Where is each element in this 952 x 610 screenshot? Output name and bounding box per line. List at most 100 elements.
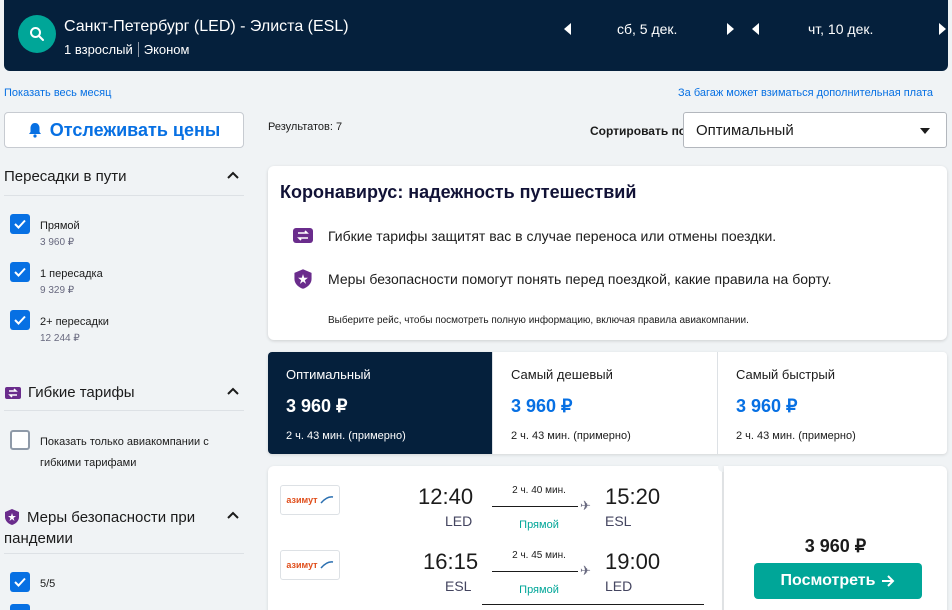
flexible-ticket-icon [293,228,313,243]
filter-safety-header[interactable]: Меры безопасности при [4,508,244,526]
covid-line-flex: Гибкие тарифы защитят вас в случае перен… [292,227,776,244]
checkbox-safety-5-5[interactable] [10,572,30,592]
filter-flex-title: Гибкие тарифы [28,384,135,401]
track-prices-label: Отслеживать цены [49,119,221,140]
option-two-plus-price: 12 244 ₽ [40,333,80,344]
track-prices-button[interactable]: Отслеживать цены [4,112,244,148]
covid-note: Выберите рейс, чтобы посмотреть полную и… [328,315,749,326]
departure-time: 16:15 [423,549,479,574]
airline-swoosh-icon [320,496,333,504]
departure-airport: ESL [445,578,472,594]
tab-fastest[interactable]: Самый быстрый 3 960 ₽ 2 ч. 43 мин. (прим… [718,352,947,454]
filter-safety-title-line2: пандемии [4,530,73,547]
tab-name: Оптимальный [286,367,371,382]
arrival-time: 15:20 [605,484,661,509]
depart-date[interactable]: сб, 5 дек. [617,21,707,37]
tab-duration: 2 ч. 43 мин. (примерно) [511,430,631,442]
arrival-airport: LED [605,578,633,594]
divider [4,195,244,196]
baggage-note-link[interactable]: За багаж может взиматься дополнительная … [678,87,933,99]
divider [482,604,704,605]
covid-title: Коронавирус: надежность путешествий [280,182,637,202]
option-flex-line2[interactable]: гибкими тарифами [40,457,136,469]
flight-result-card[interactable]: азимут 12:40 LED 2 ч. 40 мин. ✈ Прямой 1… [268,466,722,610]
tab-price: 3 960 ₽ [511,396,573,416]
tab-best[interactable]: Оптимальный 3 960 ₽ 2 ч. 43 мин. (пример… [268,352,493,454]
check-icon [14,219,26,229]
show-month-link[interactable]: Показать весь месяц [4,87,111,99]
option-flex-line1[interactable]: Показать только авиакомпании с [40,436,209,448]
divider [4,553,244,554]
check-icon [14,315,26,325]
airline-logo: азимут [280,485,340,515]
plane-icon: ✈ [580,498,591,513]
checkbox-flexible-only[interactable] [10,430,30,450]
filter-flex-header[interactable]: Гибкие тарифы [4,384,244,401]
plane-icon: ✈ [580,563,591,578]
divider [137,42,139,57]
passenger-info[interactable]: 1 взрослый Эконом [64,42,189,57]
airline-logo: азимут [280,550,340,580]
divider [4,410,244,411]
option-safety-label[interactable]: 5/5 [40,578,55,590]
chevron-up-icon[interactable] [226,510,240,520]
results-count: Результатов: 7 [268,121,343,133]
arrow-right-icon [882,575,895,587]
checkbox-one-stop[interactable] [10,262,30,282]
depart-date-picker[interactable]: сб, 5 дек. [564,19,734,39]
sort-select[interactable]: Оптимальный [683,112,947,148]
tab-cheapest[interactable]: Самый дешевый 3 960 ₽ 2 ч. 43 мин. (прим… [493,352,718,454]
airline-swoosh-icon [320,561,333,569]
tab-name: Самый дешевый [511,367,613,382]
departure-airport: LED [445,513,473,529]
sort-label: Сортировать по [590,124,687,138]
tab-price: 3 960 ₽ [286,396,348,416]
checkbox-direct[interactable] [10,214,30,234]
leg-duration: 2 ч. 40 мин. [512,485,566,496]
passengers-label: 1 взрослый [64,42,133,57]
check-icon [14,267,26,277]
return-date-picker[interactable]: чт, 10 дек. [752,19,946,39]
covid-line-safety: Меры безопасности помогут понять перед п… [292,268,832,290]
covid-info-card: Коронавирус: надежность путешествий Гибк… [268,166,947,340]
checkbox-safety-more[interactable] [10,604,30,610]
filter-stops-header[interactable]: Пересадки в пути [4,168,244,185]
tab-name: Самый быстрый [736,367,835,382]
covid-line2: Меры безопасности помогут понять перед п… [328,271,832,287]
search-summary-bar[interactable]: Санкт-Петербург (LED) - Элиста (ESL) 1 в… [4,0,948,71]
chevron-up-icon[interactable] [226,386,240,396]
route-line [492,571,578,572]
stops-label: Прямой [519,519,559,531]
stops-label: Прямой [519,584,559,596]
view-flight-button[interactable]: Посмотреть [754,563,922,599]
tab-price: 3 960 ₽ [736,396,798,416]
filter-safety-title: Меры безопасности при [27,508,196,526]
option-one-stop-price: 9 329 ₽ [40,285,75,296]
checkbox-two-plus-stops[interactable] [10,310,30,330]
flight-price-panel[interactable]: 3 960 ₽ Посмотреть [724,466,947,610]
covid-line1: Гибкие тарифы защитят вас в случае перен… [328,227,777,244]
chevron-up-icon[interactable] [226,170,240,180]
tab-duration: 2 ч. 43 мин. (примерно) [286,430,406,442]
tab-duration: 2 ч. 43 мин. (примерно) [736,430,856,442]
prev-date-icon[interactable] [564,23,571,35]
next-date-icon[interactable] [727,23,734,35]
option-two-plus-label[interactable]: 2+ пересадки [40,316,109,328]
airline-name: азимут [286,560,318,570]
search-button[interactable] [18,15,56,53]
option-one-stop-label[interactable]: 1 пересадка [40,268,103,280]
next-date-icon[interactable] [939,23,946,35]
bell-icon [28,123,41,138]
leg-duration: 2 ч. 45 мин. [512,550,566,561]
return-date[interactable]: чт, 10 дек. [808,21,898,37]
option-direct-label[interactable]: Прямой [40,220,80,232]
prev-date-icon[interactable] [752,23,759,35]
sort-value: Оптимальный [696,121,794,139]
arrival-airport: ESL [605,513,632,529]
departure-time: 12:40 [418,484,474,509]
route-line [492,506,578,507]
filter-stops-title: Пересадки в пути [4,168,127,185]
route-title[interactable]: Санкт-Петербург (LED) - Элиста (ESL) [64,18,349,36]
sort-tabs[interactable]: Оптимальный 3 960 ₽ 2 ч. 43 мин. (пример… [268,352,947,454]
option-direct-price: 3 960 ₽ [40,237,75,248]
